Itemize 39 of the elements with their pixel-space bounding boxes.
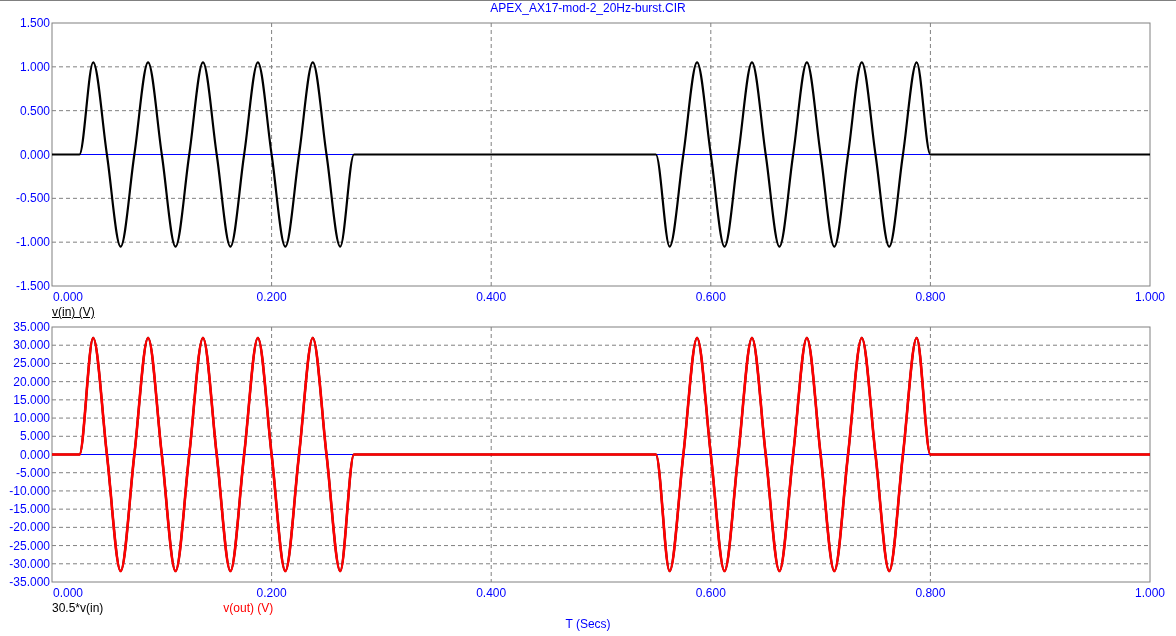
axis-tick-label: 5.000 xyxy=(19,429,50,444)
axis-tick-label: 0.400 xyxy=(476,586,507,600)
axis-tick-label: -35.000 xyxy=(9,575,50,589)
axis-tick-label: -1.500 xyxy=(15,279,50,293)
legend-label: v(out) (V) xyxy=(223,602,274,614)
axis-title: T (Secs) xyxy=(565,618,611,630)
axis-tick-label: 25.000 xyxy=(13,356,50,371)
axis-tick-label: 10.000 xyxy=(13,411,50,426)
axis-tick-label: -20.000 xyxy=(9,520,50,535)
axis-tick-label: 0.800 xyxy=(915,586,946,600)
axis-tick-label: -0.500 xyxy=(15,191,50,206)
axis-tick-label: 0.400 xyxy=(476,290,507,304)
legend-label: v(in) (V) xyxy=(52,306,95,318)
axis-tick-label: 30.000 xyxy=(13,338,50,353)
axis-tick-label: 0.600 xyxy=(695,290,726,304)
axis-tick-label: 0.600 xyxy=(695,586,726,600)
axis-tick-label: -30.000 xyxy=(9,556,50,571)
axis-tick-label: 15.000 xyxy=(13,392,50,407)
axis-tick-label: -5.000 xyxy=(15,465,50,480)
axis-tick-label: 1.000 xyxy=(1135,290,1165,304)
axis-tick-label: 35.000 xyxy=(13,320,50,334)
axis-tick-label: 0.000 xyxy=(19,447,50,462)
window-title: APEX_AX17-mod-2_20Hz-burst.CIR xyxy=(490,2,686,14)
axis-tick-label: -15.000 xyxy=(9,502,50,517)
axis-tick-label: 0.500 xyxy=(19,103,50,118)
axis-tick-label: 0.000 xyxy=(19,147,50,162)
legend-label: 30.5*v(in) xyxy=(52,602,104,614)
axis-tick-label: 0.200 xyxy=(256,586,287,600)
axis-tick-label: 0.200 xyxy=(256,290,287,304)
axis-tick-label: 0.800 xyxy=(915,290,946,304)
axis-tick-label: 1.500 xyxy=(19,16,50,30)
axis-tick-label: 0.000 xyxy=(53,586,84,600)
axis-tick-label: 0.000 xyxy=(53,290,84,304)
axis-tick-label: 20.000 xyxy=(13,374,50,389)
axis-tick-label: -10.000 xyxy=(9,483,50,498)
axis-tick-label: 1.000 xyxy=(19,59,50,74)
axis-tick-label: 1.000 xyxy=(1135,586,1165,600)
axis-tick-label: -1.000 xyxy=(15,235,50,250)
axis-tick-label: -25.000 xyxy=(9,538,50,553)
